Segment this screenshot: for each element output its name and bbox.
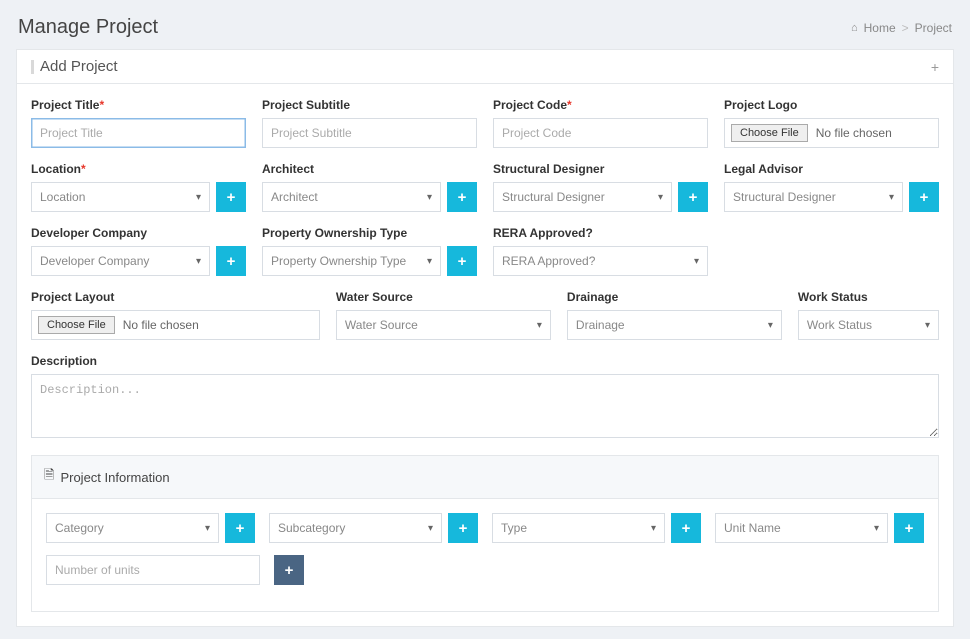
project-layout-choose-button[interactable]: Choose File [38,316,115,334]
project-code-label: Project Code* [493,98,708,112]
water-label: Water Source [336,290,551,304]
layout-label: Project Layout [31,290,320,304]
legal-select[interactable]: Structural Designer▾ [724,182,903,212]
developer-label: Developer Company [31,226,246,240]
category-select[interactable]: Category▾ [46,513,219,543]
location-select[interactable]: Location▾ [31,182,210,212]
type-select[interactable]: Type▾ [492,513,665,543]
chevron-down-icon: ▾ [427,192,432,203]
architect-select[interactable]: Architect▾ [262,182,441,212]
breadcrumb-home[interactable]: Home [864,21,896,35]
structural-select[interactable]: Structural Designer▾ [493,182,672,212]
project-logo-label: Project Logo [724,98,939,112]
chevron-down-icon: ▾ [427,256,432,267]
rera-label: RERA Approved? [493,226,708,240]
chevron-down-icon: ▾ [889,192,894,203]
add-type-button[interactable]: + [671,513,701,543]
add-subcategory-button[interactable]: + [448,513,478,543]
drainage-select[interactable]: Drainage▾ [567,310,782,340]
add-developer-button[interactable]: + [216,246,246,276]
chevron-down-icon: ▾ [428,523,433,534]
add-project-info-row-button[interactable]: + [274,555,304,585]
subcategory-select[interactable]: Subcategory▾ [269,513,442,543]
chevron-down-icon: ▾ [651,523,656,534]
number-of-units-input[interactable] [46,555,260,585]
project-information-title: Project Information [60,470,169,485]
project-layout-input[interactable]: Choose File No file chosen [31,310,320,340]
add-unit-name-button[interactable]: + [894,513,924,543]
drainage-label: Drainage [567,290,782,304]
page-title: Manage Project [18,16,158,39]
chevron-down-icon: ▾ [205,523,210,534]
project-code-input[interactable] [493,118,708,148]
panel-heading: Add Project + [17,50,953,84]
project-logo-input[interactable]: Choose File No file chosen [724,118,939,148]
breadcrumb: ⌂ Home > Project [851,21,952,35]
chevron-down-icon: ▾ [768,320,773,331]
description-label: Description [31,354,939,368]
breadcrumb-sep: > [902,21,909,35]
developer-select[interactable]: Developer Company▾ [31,246,210,276]
structural-label: Structural Designer [493,162,708,176]
home-icon: ⌂ [851,22,858,34]
project-subtitle-label: Project Subtitle [262,98,477,112]
chevron-down-icon: ▾ [658,192,663,203]
architect-label: Architect [262,162,477,176]
project-title-label: Project Title* [31,98,246,112]
water-select[interactable]: Water Source▾ [336,310,551,340]
project-logo-choose-button[interactable]: Choose File [731,124,808,142]
chevron-down-icon: ▾ [874,523,879,534]
project-information-panel: 🗎 Project Information Category▾ + Subcat… [31,455,939,612]
rera-select[interactable]: RERA Approved?▾ [493,246,708,276]
work-status-label: Work Status [798,290,939,304]
collapse-icon[interactable]: + [931,59,939,75]
ownership-label: Property Ownership Type [262,226,477,240]
ownership-select[interactable]: Property Ownership Type▾ [262,246,441,276]
panel-title-wrap: Add Project [31,58,118,75]
chevron-down-icon: ▾ [196,256,201,267]
chevron-down-icon: ▾ [694,256,699,267]
chevron-down-icon: ▾ [925,320,930,331]
work-status-select[interactable]: Work Status▾ [798,310,939,340]
project-logo-status: No file chosen [816,126,892,140]
add-ownership-button[interactable]: + [447,246,477,276]
chevron-down-icon: ▾ [537,320,542,331]
project-information-heading: 🗎 Project Information [32,456,938,499]
add-architect-button[interactable]: + [447,182,477,212]
breadcrumb-current: Project [915,21,952,35]
add-structural-button[interactable]: + [678,182,708,212]
add-project-panel: Add Project + Project Title* Project Sub… [16,49,954,627]
unit-name-select[interactable]: Unit Name▾ [715,513,888,543]
description-textarea[interactable] [31,374,939,438]
project-subtitle-input[interactable] [262,118,477,148]
chevron-down-icon: ▾ [196,192,201,203]
panel-title: Add Project [40,58,118,75]
add-legal-button[interactable]: + [909,182,939,212]
add-location-button[interactable]: + [216,182,246,212]
add-category-button[interactable]: + [225,513,255,543]
project-title-input[interactable] [31,118,246,148]
project-layout-status: No file chosen [123,318,199,332]
legal-label: Legal Advisor [724,162,939,176]
location-label: Location* [31,162,246,176]
panel-accent [31,60,34,74]
page-header: Manage Project ⌂ Home > Project [16,12,954,49]
document-icon: 🗎 [44,466,54,488]
